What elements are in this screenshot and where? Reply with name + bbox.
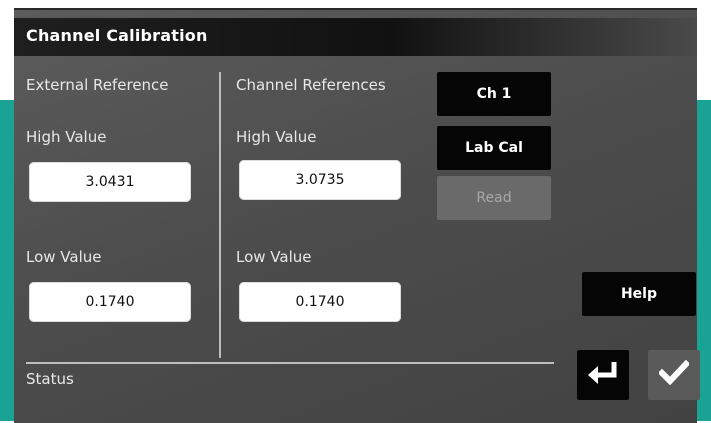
external-high-label: High Value	[26, 128, 107, 146]
channel-high-label: High Value	[236, 128, 317, 146]
external-low-value-field[interactable]: 0.1740	[29, 282, 191, 322]
confirm-button[interactable]	[648, 350, 700, 400]
channel-low-value-field[interactable]: 0.1740	[239, 282, 401, 322]
enter-button[interactable]	[577, 350, 629, 400]
channel-high-value-field[interactable]: 3.0735	[239, 160, 401, 200]
channel-references-header: Channel References	[236, 76, 386, 94]
status-label: Status	[26, 370, 74, 388]
external-high-value-field[interactable]: 3.0431	[29, 162, 191, 202]
channel-low-label: Low Value	[236, 248, 312, 266]
checkmark-icon	[657, 359, 691, 390]
read-button[interactable]: Read	[437, 176, 551, 220]
external-reference-header: External Reference	[26, 76, 169, 94]
help-button[interactable]: Help	[582, 272, 696, 316]
channel-select-button[interactable]: Ch 1	[437, 72, 551, 116]
column-divider	[219, 72, 221, 358]
device-bezel-left	[0, 100, 14, 421]
calibration-screen: Channel Calibration External Reference H…	[14, 8, 700, 423]
status-divider	[26, 362, 554, 364]
enter-arrow-icon	[586, 360, 620, 390]
window-title: Channel Calibration	[26, 26, 208, 45]
lab-cal-button[interactable]: Lab Cal	[437, 126, 551, 170]
external-low-label: Low Value	[26, 248, 102, 266]
